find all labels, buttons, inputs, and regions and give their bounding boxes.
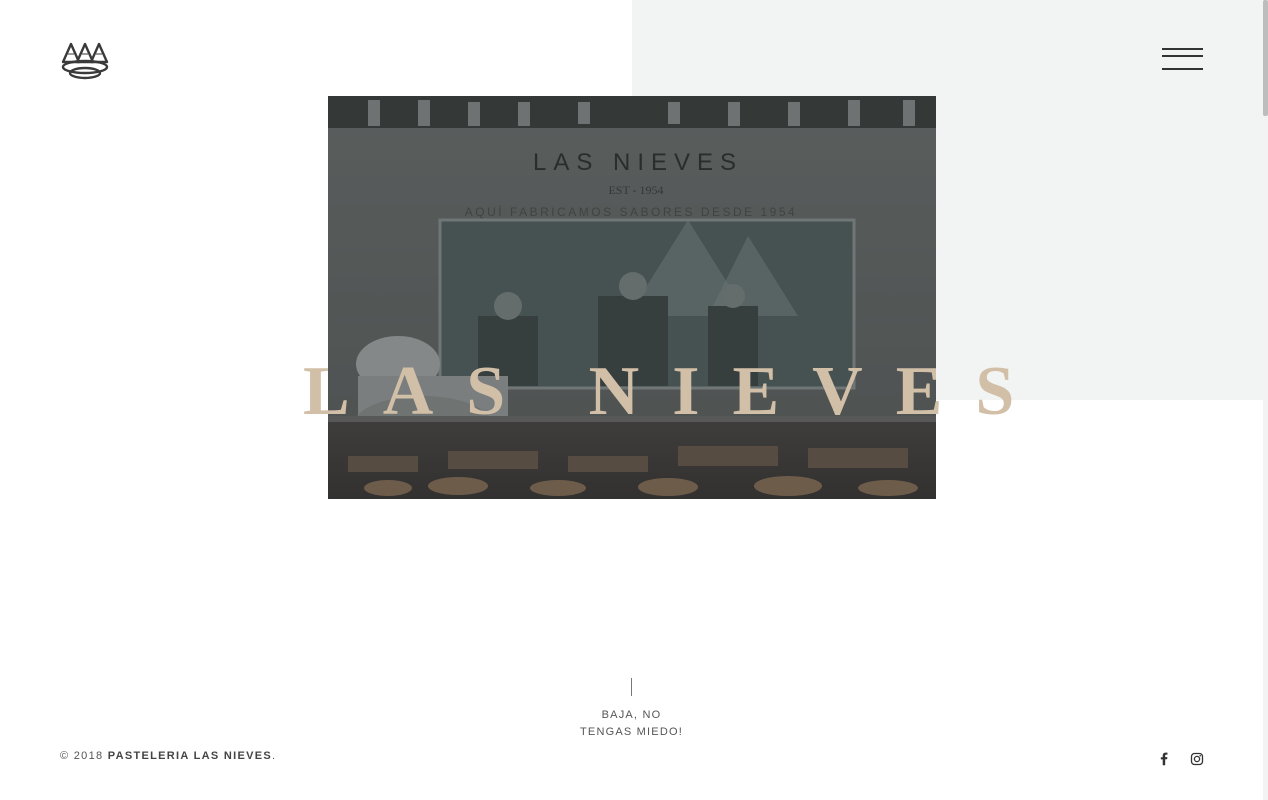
scrollbar[interactable] xyxy=(1263,0,1268,800)
facebook-icon[interactable] xyxy=(1155,750,1173,768)
hero-photo: LAS NIEVES EST - 1954 AQUÍ FABRICAMOS SA… xyxy=(328,96,936,499)
scroll-cue-line2: TENGAS MIEDO! xyxy=(580,726,683,738)
hamburger-menu-icon[interactable] xyxy=(1162,47,1204,73)
copyright-year: © 2018 xyxy=(60,750,104,762)
menu-line xyxy=(1162,68,1203,70)
logo[interactable] xyxy=(60,40,110,80)
instagram-icon[interactable] xyxy=(1188,750,1206,768)
copyright-suffix: . xyxy=(272,750,277,762)
scroll-cue-text: BAJA, NO TENGAS MIEDO! xyxy=(560,707,703,741)
scroll-indicator-line xyxy=(631,678,632,696)
menu-line xyxy=(1162,48,1203,50)
three-mountains-logo-icon xyxy=(61,42,109,80)
scrollbar-thumb[interactable] xyxy=(1263,0,1268,116)
footer-copyright: © 2018 PASTELERIA LAS NIEVES. xyxy=(60,750,276,762)
scroll-cue[interactable]: BAJA, NO TENGAS MIEDO! xyxy=(560,678,703,741)
copyright-brand: PASTELERIA LAS NIEVES xyxy=(107,750,273,762)
page: LAS NIEVES EST - 1954 AQUÍ FABRICAMOS SA… xyxy=(0,0,1268,800)
hero-title: LAS NIEVES xyxy=(303,353,1048,430)
scroll-cue-line1: BAJA, NO xyxy=(601,709,662,721)
menu-line xyxy=(1162,55,1203,57)
